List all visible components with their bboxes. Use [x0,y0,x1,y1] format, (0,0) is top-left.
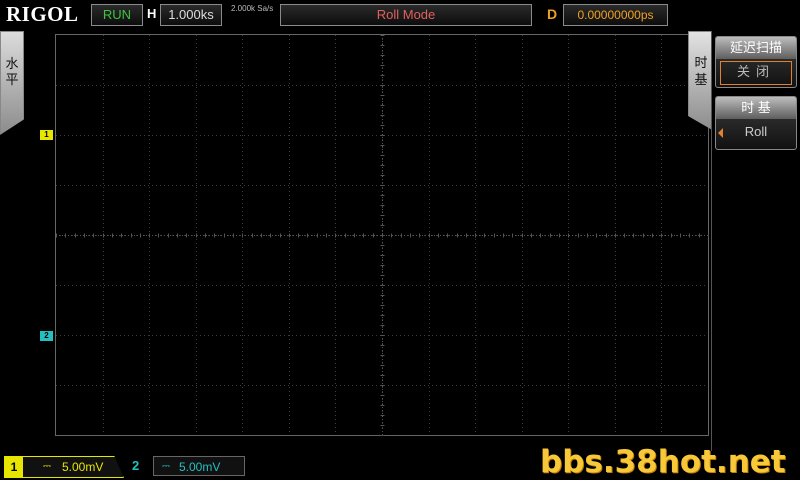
timebase-menu-tab-label: 时 基 [694,55,708,87]
ch2-scale: 5.00mV [179,460,221,474]
ch1-number: 1 [5,457,23,477]
graticule [56,35,709,436]
timebase-title: 时 基 [716,97,796,119]
top-status-bar: RIGOL RUN H 1.000ks 2.000k Sa/s Roll Mod… [0,0,800,30]
ch2-number: 2 [132,458,140,473]
ch2-status-tab[interactable]: 2 ⎓ 5.00mV [126,456,248,478]
run-status-button[interactable]: RUN [91,4,143,26]
horizontal-scale-value[interactable]: 1.000ks [160,4,222,26]
acquisition-mode: Roll Mode [280,4,532,26]
horizontal-menu-tab-label: 水 平 [5,56,19,87]
dc-coupling-icon: ⎓ [43,461,51,472]
delay-scan-title: 延迟扫描 [716,37,796,59]
ch1-scale: 5.00mV [62,460,104,474]
watermark: bbs.38hot.net [540,444,786,480]
timebase-value-row: Roll [716,119,796,147]
timebase-value: Roll [744,124,768,139]
sample-rate: 2.000k Sa/s [231,4,274,13]
horizontal-label: H [147,6,157,21]
delay-scan-softkey[interactable]: 延迟扫描 关闭 [715,36,797,88]
dc-coupling-icon: ⎓ [162,461,170,472]
delay-value[interactable]: 0.00000000ps [563,4,668,26]
rigol-logo: RIGOL [6,2,79,26]
left-arrow-icon [718,128,723,138]
ch1-offset-marker[interactable]: 1 [40,130,53,140]
timebase-softkey[interactable]: 时 基 Roll [715,96,797,150]
ch2-offset-marker[interactable]: 2 [40,331,53,341]
horizontal-menu-tab[interactable]: 水 平 [0,31,24,135]
softkey-menu: 延迟扫描 关闭 时 基 Roll [711,31,800,451]
ch1-status-tab[interactable]: 1 ⎓ 5.00mV [4,456,124,478]
delay-label: D [547,6,558,22]
delay-scan-value: 关闭 [720,61,792,85]
waveform-grid[interactable] [55,34,709,436]
ch2-scale-box: ⎓ 5.00mV [153,456,245,476]
